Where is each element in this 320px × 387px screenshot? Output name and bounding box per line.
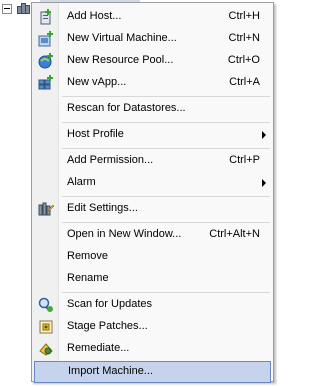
- menu-item-remove[interactable]: Remove: [33, 246, 272, 268]
- submenu-arrow-icon: [262, 131, 266, 139]
- menu-item-label: Remove: [67, 250, 108, 262]
- stage-patches-icon: [38, 319, 54, 335]
- menu-item-open-new-window[interactable]: Open in New Window... Ctrl+Alt+N: [33, 224, 272, 246]
- resource-pool-icon: [38, 53, 54, 69]
- menu-item-label: Rename: [67, 272, 109, 284]
- menu-item-add-host[interactable]: Add Host... Ctrl+H: [33, 6, 272, 28]
- menu-item-scan-updates[interactable]: Scan for Updates: [33, 294, 272, 316]
- menu-item-edit-settings[interactable]: Edit Settings...: [33, 198, 272, 220]
- collapse-toggle-icon[interactable]: [2, 4, 12, 14]
- menu-item-label: Stage Patches...: [67, 320, 148, 332]
- menu-item-label: Open in New Window...: [67, 228, 182, 240]
- menu-separator: [62, 292, 270, 293]
- new-vm-icon: [38, 31, 54, 47]
- menu-item-label: New Resource Pool...: [67, 54, 174, 66]
- menu-item-label: New Virtual Machine...: [67, 32, 177, 44]
- menu-separator: [62, 222, 270, 223]
- menu-item-shortcut: Ctrl+Alt+N: [209, 228, 260, 240]
- menu-item-label: Edit Settings...: [67, 202, 138, 214]
- import-machine-icon: [40, 365, 56, 381]
- edit-settings-icon: [38, 201, 55, 217]
- menu-item-label: Add Permission...: [67, 154, 154, 166]
- vapp-icon: [38, 75, 54, 91]
- scan-updates-icon: [38, 297, 54, 313]
- menu-item-new-vapp[interactable]: New vApp... Ctrl+A: [33, 72, 272, 94]
- menu-separator: [62, 96, 270, 97]
- context-menu: Add Host... Ctrl+H New Virtual Machine..…: [31, 2, 274, 383]
- menu-item-label: Remediate...: [67, 342, 130, 354]
- menu-item-alarm[interactable]: Alarm: [33, 172, 272, 194]
- remediate-icon: [38, 341, 54, 357]
- menu-item-new-virtual-machine[interactable]: New Virtual Machine... Ctrl+N: [33, 28, 272, 50]
- menu-item-label: Scan for Updates: [67, 298, 152, 310]
- menu-item-shortcut: Ctrl+A: [229, 76, 260, 88]
- menu-item-stage-patches[interactable]: Stage Patches...: [33, 316, 272, 338]
- menu-separator: [62, 196, 270, 197]
- submenu-arrow-icon: [262, 179, 266, 187]
- menu-item-shortcut: Ctrl+O: [227, 54, 260, 66]
- menu-item-remediate[interactable]: Remediate...: [33, 338, 272, 360]
- add-host-icon: [38, 9, 54, 25]
- menu-item-label: New vApp...: [67, 76, 127, 88]
- menu-separator: [62, 122, 270, 123]
- menu-item-add-permission[interactable]: Add Permission... Ctrl+P: [33, 150, 272, 172]
- menu-separator: [62, 148, 270, 149]
- datacenter-icon: [17, 3, 30, 14]
- menu-item-label: Rescan for Datastores...: [67, 102, 186, 114]
- menu-item-label: Host Profile: [67, 128, 124, 140]
- menu-item-label: Import Machine...: [68, 365, 153, 377]
- menu-item-rename[interactable]: Rename: [33, 268, 272, 290]
- menu-item-shortcut: Ctrl+P: [229, 154, 260, 166]
- menu-item-new-resource-pool[interactable]: New Resource Pool... Ctrl+O: [33, 50, 272, 72]
- menu-item-label: Alarm: [67, 176, 96, 188]
- menu-item-label: Add Host...: [67, 10, 122, 22]
- menu-item-shortcut: Ctrl+N: [228, 32, 260, 44]
- menu-item-import-machine[interactable]: Import Machine...: [34, 361, 271, 383]
- menu-item-shortcut: Ctrl+H: [228, 10, 260, 22]
- menu-item-rescan-datastores[interactable]: Rescan for Datastores...: [33, 98, 272, 120]
- menu-item-host-profile[interactable]: Host Profile: [33, 124, 272, 146]
